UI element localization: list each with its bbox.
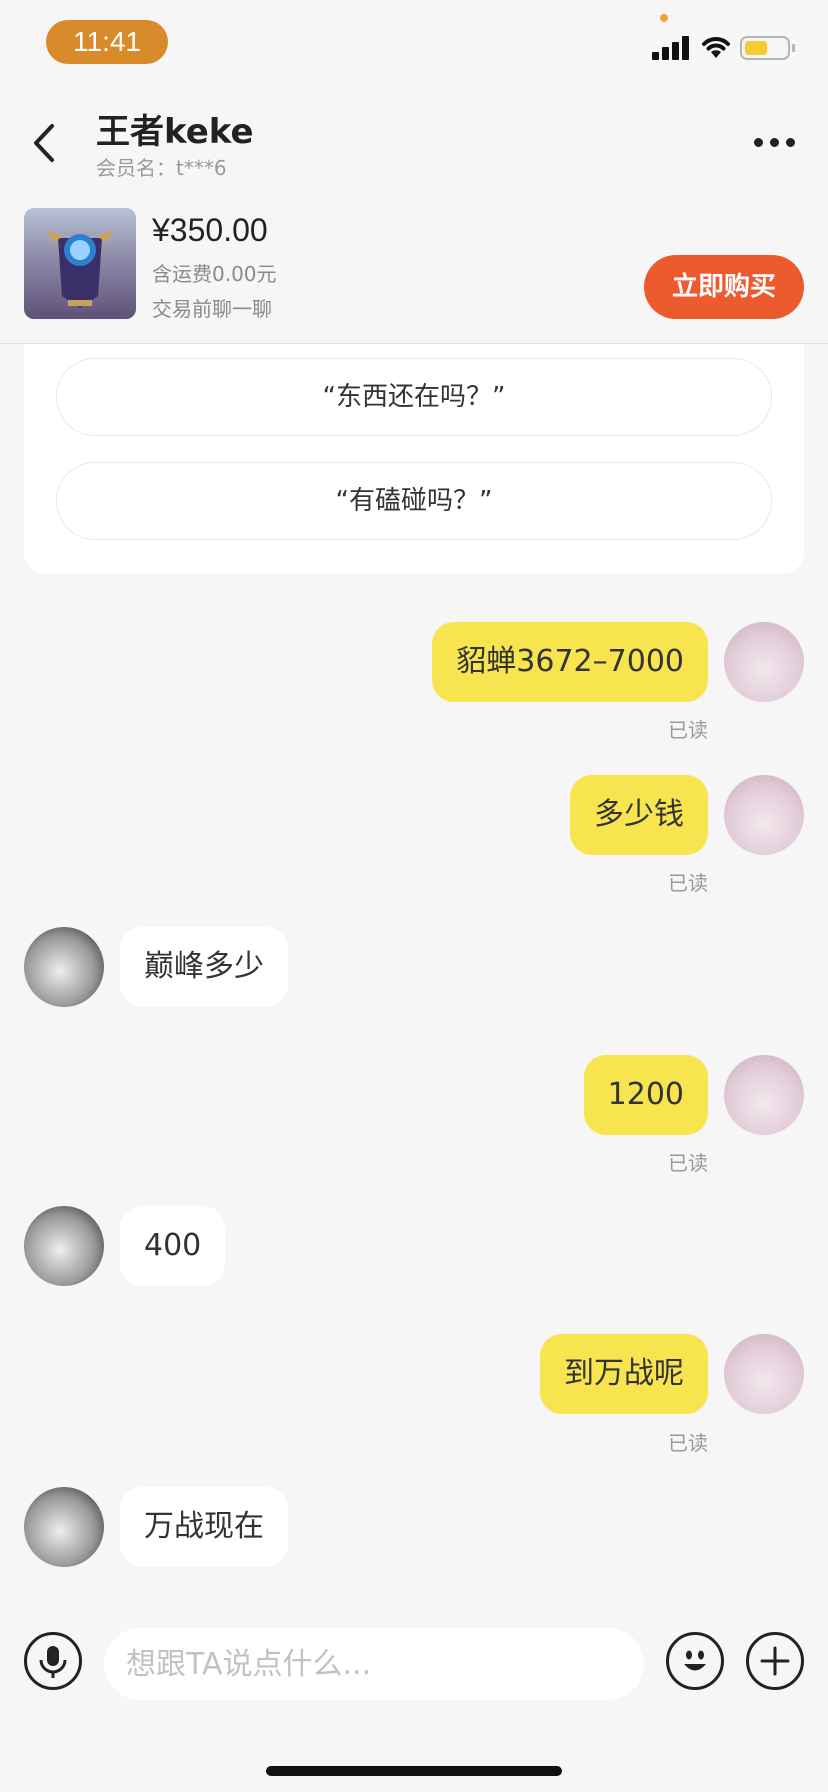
message-bubble-contact[interactable]: 400: [120, 1206, 226, 1286]
message-bubble-mine[interactable]: 1200: [583, 1055, 708, 1135]
signal-icon: [652, 36, 692, 60]
read-status: 已读: [668, 871, 708, 895]
privacy-indicator-dot: [660, 14, 668, 22]
read-status: 已读: [668, 1431, 708, 1455]
chat-title: 王者keke: [96, 112, 254, 152]
quick-question-item[interactable]: “东西还在吗？”: [56, 358, 772, 436]
chevron-left-icon[interactable]: [26, 118, 66, 168]
message-bubble-mine[interactable]: 多少钱: [570, 775, 708, 855]
message-bubble-contact[interactable]: 万战现在: [120, 1487, 288, 1567]
wifi-icon: [702, 37, 730, 58]
buy-now-button[interactable]: 立即购买: [644, 255, 804, 319]
microphone-icon[interactable]: [24, 1632, 82, 1690]
shipping-fee: 含运费0.00元: [152, 262, 277, 286]
product-thumbnail[interactable]: [24, 208, 136, 319]
quick-question-item[interactable]: “有磕碰吗？”: [56, 462, 772, 540]
read-status: 已读: [668, 718, 708, 742]
contact-avatar[interactable]: [24, 1206, 104, 1286]
contact-avatar[interactable]: [24, 927, 104, 1007]
home-indicator: [266, 1766, 562, 1776]
ellipsis-icon[interactable]: [750, 136, 798, 150]
input-bar: [0, 1610, 828, 1720]
status-bar: 11:41: [0, 0, 828, 88]
plus-icon[interactable]: [746, 1632, 804, 1690]
quick-questions-panel: “东西还在吗？” “有磕碰吗？”: [24, 344, 804, 574]
message-bubble-mine[interactable]: 到万战呢: [540, 1334, 708, 1414]
message-bubble-contact[interactable]: 巅峰多少: [120, 927, 288, 1007]
contact-avatar[interactable]: [24, 1487, 104, 1567]
message-input[interactable]: [104, 1628, 644, 1700]
status-time: 11:41: [46, 20, 168, 64]
member-name: 会员名：t***6: [96, 156, 227, 180]
battery-icon: [740, 36, 790, 60]
smiley-icon[interactable]: [666, 1632, 724, 1690]
my-avatar[interactable]: [724, 1055, 804, 1135]
product-card[interactable]: ¥350.00 含运费0.00元 交易前聊一聊 立即购买: [0, 200, 828, 344]
chat-header: 王者keke 会员名：t***6: [0, 88, 828, 200]
my-avatar[interactable]: [724, 775, 804, 855]
my-avatar[interactable]: [724, 622, 804, 702]
product-note: 交易前聊一聊: [152, 297, 272, 321]
read-status: 已读: [668, 1151, 708, 1175]
message-bubble-mine[interactable]: 貂蝉3672–7000: [432, 622, 708, 702]
product-price: ¥350.00: [152, 212, 268, 248]
my-avatar[interactable]: [724, 1334, 804, 1414]
